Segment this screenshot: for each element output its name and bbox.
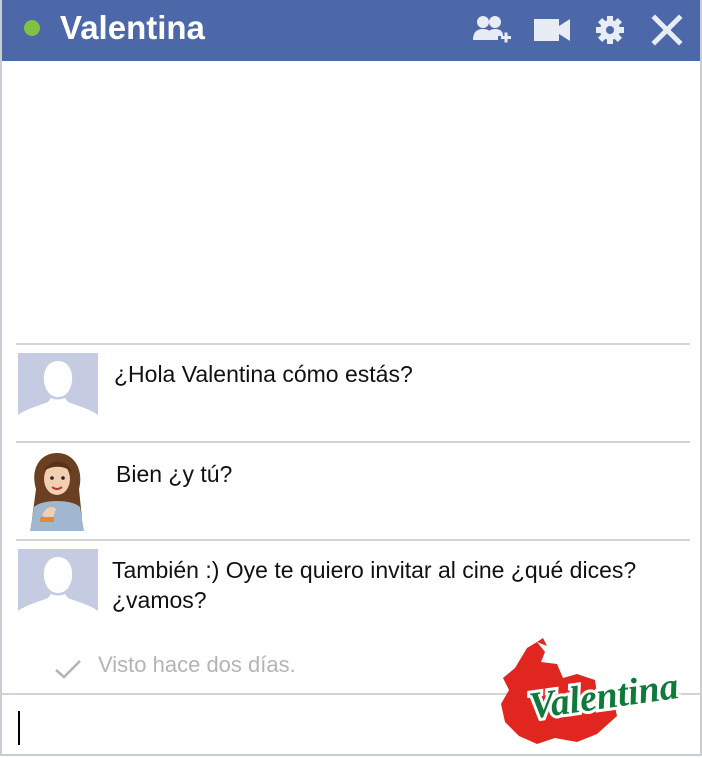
check-icon bbox=[54, 658, 82, 680]
message-row: ¿Hola Valentina cómo estás? bbox=[16, 343, 690, 441]
seen-text: Visto hace dos días. bbox=[98, 652, 296, 677]
message-row: Bien ¿y tú? bbox=[16, 441, 690, 539]
chat-header[interactable]: Valentina bbox=[2, 0, 700, 61]
message-text: ¿vamos? bbox=[112, 587, 207, 613]
valentina-brand-logo: Valentina Valentina bbox=[497, 638, 687, 748]
settings-icon[interactable] bbox=[590, 12, 630, 48]
message-text: Bien ¿y tú? bbox=[116, 461, 233, 487]
message-text: ¿Hola Valentina cómo estás? bbox=[114, 361, 413, 387]
message-text: También :) Oye te quiero invitar al cine… bbox=[112, 557, 637, 583]
message-row: También :) Oye te quiero invitar al cine… bbox=[16, 539, 690, 651]
chat-window: Valentina ¿Hola Valentina cómo estás? Bi… bbox=[0, 0, 702, 756]
text-cursor bbox=[18, 711, 20, 745]
valentina-avatar[interactable] bbox=[22, 449, 92, 531]
chat-title[interactable]: Valentina bbox=[60, 8, 205, 48]
online-status-indicator bbox=[24, 20, 40, 36]
video-call-icon[interactable] bbox=[532, 12, 572, 48]
add-friend-icon[interactable] bbox=[472, 12, 512, 48]
default-profile-avatar[interactable] bbox=[18, 353, 98, 427]
close-icon[interactable] bbox=[647, 12, 687, 48]
default-profile-avatar[interactable] bbox=[18, 549, 98, 623]
